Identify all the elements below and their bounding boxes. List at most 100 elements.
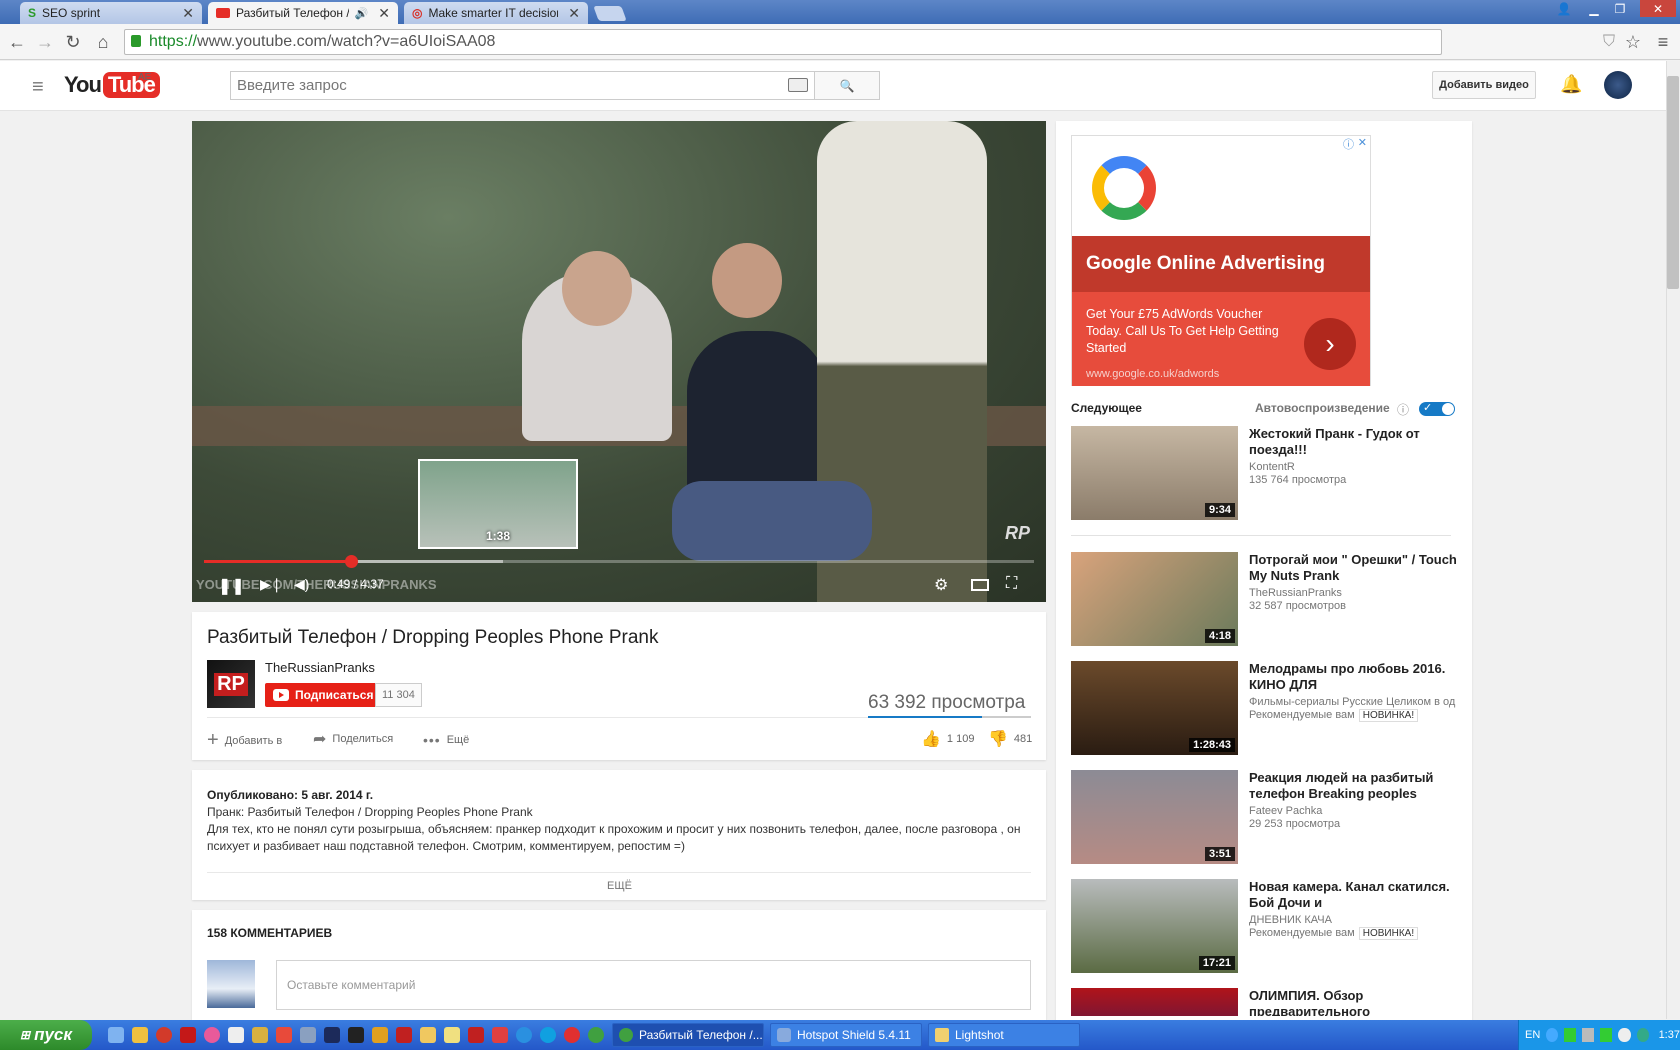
chrome-icon[interactable]: [588, 1027, 604, 1043]
ad-info-icon[interactable]: ⓘ: [1343, 136, 1354, 152]
video-title[interactable]: Потрогай мои " Орешки" / Touch My Nuts P…: [1249, 552, 1459, 584]
video-channel[interactable]: KontentR: [1249, 461, 1459, 473]
quicklaunch-icon[interactable]: [420, 1027, 436, 1043]
tray-icon[interactable]: [1546, 1028, 1559, 1042]
tray-icon[interactable]: [1636, 1028, 1649, 1042]
video-title[interactable]: Мелодрамы про любовь 2016. КИНО ДЛЯ: [1249, 661, 1459, 693]
comment-input[interactable]: Оставьте комментарий: [276, 960, 1031, 1010]
hamburger-menu-icon[interactable]: ≡: [32, 76, 44, 99]
ad-arrow-button[interactable]: ›: [1304, 318, 1356, 370]
quicklaunch-icon[interactable]: [516, 1027, 532, 1043]
back-icon[interactable]: ←: [6, 31, 28, 53]
dislike-button[interactable]: 👎 481: [988, 729, 1032, 749]
youtube-logo[interactable]: You Tube AE: [64, 72, 160, 98]
reload-icon[interactable]: ↻: [62, 31, 84, 53]
quicklaunch-icon[interactable]: [276, 1027, 292, 1043]
channel-avatar[interactable]: RP: [207, 660, 255, 708]
channel-name[interactable]: TheRussianPranks: [265, 660, 375, 675]
itunes-icon[interactable]: [204, 1027, 220, 1043]
quicklaunch-icon[interactable]: [492, 1027, 508, 1043]
skype-icon[interactable]: [540, 1027, 556, 1043]
quicklaunch-icon[interactable]: [156, 1027, 172, 1043]
shield-icon[interactable]: ⛉: [1598, 31, 1620, 53]
search-button[interactable]: 🔍: [814, 71, 880, 100]
filezilla-icon[interactable]: [468, 1027, 484, 1043]
video-channel[interactable]: Fateev Pachka: [1249, 805, 1459, 817]
video-title[interactable]: Жестокий Пранк - Гудок от поезда!!!: [1249, 426, 1459, 458]
pause-button[interactable]: ❚❚: [218, 576, 245, 596]
video-list-item[interactable]: 4:18 Потрогай мои " Орешки" / Touch My N…: [1071, 552, 1466, 652]
forward-icon[interactable]: →: [34, 31, 56, 53]
add-video-button[interactable]: Добавить видео: [1432, 71, 1536, 99]
close-icon[interactable]: ✕: [568, 5, 580, 22]
avatar[interactable]: [1604, 71, 1632, 99]
tray-icon[interactable]: [1600, 1028, 1613, 1042]
tray-icon[interactable]: [1618, 1028, 1631, 1042]
quicklaunch-icon[interactable]: [444, 1027, 460, 1043]
progress-bar[interactable]: [204, 555, 1034, 568]
next-button[interactable]: ▶❘: [260, 576, 283, 593]
quicklaunch-icon[interactable]: [252, 1027, 268, 1043]
close-icon[interactable]: ✕: [378, 5, 390, 22]
info-icon[interactable]: ⓘ: [1397, 401, 1409, 418]
video-list-item[interactable]: 17:21 Новая камера. Канал скатился. Бой …: [1071, 879, 1466, 979]
autoplay-toggle[interactable]: ✓: [1419, 402, 1455, 416]
video-title[interactable]: Реакция людей на разбитый телефон Breaki…: [1249, 770, 1459, 802]
video-list-item[interactable]: ОЛИМПИЯ. Обзор предварительного: [1071, 988, 1466, 1016]
menu-icon[interactable]: ≡: [1652, 31, 1674, 53]
show-more-button[interactable]: ЕЩЁ: [607, 880, 632, 892]
show-desktop-icon[interactable]: [108, 1027, 124, 1043]
ad-close-icon[interactable]: ✕: [1358, 136, 1367, 149]
video-thumbnail[interactable]: 17:21: [1071, 879, 1238, 973]
fullscreen-button[interactable]: ⛶: [1006, 575, 1017, 593]
tab-seo-sprint[interactable]: S SEO sprint ✕: [20, 2, 202, 24]
more-actions-button[interactable]: ••• Ещё: [423, 732, 469, 748]
video-channel[interactable]: ДНЕВНИК КАЧА: [1249, 914, 1459, 926]
settings-button[interactable]: ⚙: [934, 575, 948, 595]
quicklaunch-icon[interactable]: [348, 1027, 364, 1043]
minimize-button[interactable]: ▁: [1582, 0, 1606, 17]
bookmark-star-icon[interactable]: ☆: [1622, 31, 1644, 53]
video-thumbnail[interactable]: [1071, 988, 1238, 1016]
theater-mode-button[interactable]: [971, 579, 989, 591]
user-icon[interactable]: 👤: [1552, 0, 1576, 17]
tray-icon[interactable]: [1582, 1028, 1595, 1042]
close-window-button[interactable]: ✕: [1640, 0, 1676, 17]
home-icon[interactable]: ⌂: [92, 31, 114, 53]
address-bar[interactable]: https://www.youtube.com/watch?v=a6UIoiSA…: [124, 29, 1442, 55]
quicklaunch-icon[interactable]: [132, 1027, 148, 1043]
quicklaunch-icon[interactable]: [300, 1027, 316, 1043]
share-button[interactable]: ➦ Поделиться: [313, 729, 393, 749]
restore-button[interactable]: ❐: [1608, 0, 1632, 17]
tab-spiceworks[interactable]: ◎ Make smarter IT decisions - ( ✕: [404, 2, 588, 24]
language-indicator[interactable]: EN: [1525, 1029, 1540, 1041]
volume-button[interactable]: ◀): [294, 576, 309, 593]
taskbar-item-hotspot[interactable]: Hotspot Shield 5.4.11: [770, 1023, 922, 1047]
new-tab-button[interactable]: [593, 6, 627, 21]
photoshop-icon[interactable]: [324, 1027, 340, 1043]
video-channel[interactable]: Фильмы-сериалы Русские Целиком в од: [1249, 696, 1459, 708]
scrollbar-thumb[interactable]: [1667, 76, 1679, 289]
video-channel[interactable]: TheRussianPranks: [1249, 587, 1459, 599]
like-button[interactable]: 👍 1 109: [921, 729, 974, 749]
speaker-icon[interactable]: 🔊: [355, 7, 369, 20]
video-list-item[interactable]: 9:34 Жестокий Пранк - Гудок от поезда!!!…: [1071, 426, 1466, 526]
notifications-bell-icon[interactable]: 🔔: [1560, 74, 1582, 95]
keyboard-icon[interactable]: [788, 78, 808, 92]
tab-youtube[interactable]: Разбитый Телефон / Dro 🔊 ✕: [208, 2, 398, 24]
taskbar-item-lightshot[interactable]: Lightshot: [928, 1023, 1080, 1047]
video-thumbnail[interactable]: 1:28:43: [1071, 661, 1238, 755]
quicklaunch-icon[interactable]: [228, 1027, 244, 1043]
video-list-item[interactable]: 1:28:43 Мелодрамы про любовь 2016. КИНО …: [1071, 661, 1466, 761]
video-thumbnail[interactable]: 9:34: [1071, 426, 1238, 520]
video-list-item[interactable]: 3:51 Реакция людей на разбитый телефон B…: [1071, 770, 1466, 870]
quicklaunch-icon[interactable]: [372, 1027, 388, 1043]
acrobat-icon[interactable]: [180, 1027, 196, 1043]
quicklaunch-icon[interactable]: [396, 1027, 412, 1043]
scrubber-handle[interactable]: [344, 555, 358, 568]
video-thumbnail[interactable]: 4:18: [1071, 552, 1238, 646]
add-to-button[interactable]: + Добавить в: [207, 729, 282, 752]
video-title[interactable]: Новая камера. Канал скатился. Бой Дочи и: [1249, 879, 1459, 911]
search-input[interactable]: Введите запрос: [230, 71, 815, 100]
taskbar-item-chrome[interactable]: Разбитый Телефон /...: [612, 1023, 764, 1047]
